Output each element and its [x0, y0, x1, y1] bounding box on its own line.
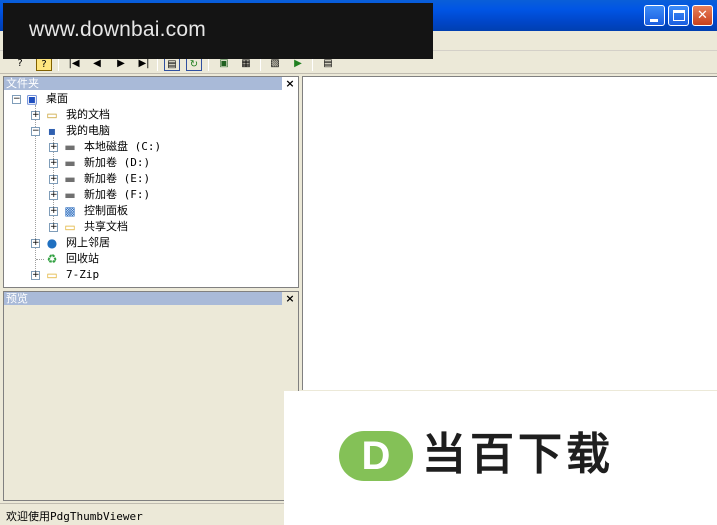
close-icon: ✕ [697, 8, 708, 23]
logo-text: 当百下载 [422, 429, 614, 480]
expand-icon[interactable]: + [49, 175, 58, 184]
preview-pane-header: 预览 [4, 292, 282, 305]
expand-icon[interactable]: + [31, 239, 40, 248]
tree-node-label: 控制面板 [84, 204, 128, 217]
expand-icon[interactable]: + [49, 223, 58, 232]
minimize-button[interactable] [644, 5, 665, 26]
thumbnail-view[interactable] [302, 76, 717, 390]
maximize-icon [673, 10, 685, 21]
maximize-button[interactable] [668, 5, 689, 26]
close-button[interactable]: ✕ [692, 5, 713, 26]
folders-pane-close-button[interactable]: × [284, 77, 296, 90]
documents-folder-icon: ▭ [46, 108, 58, 122]
watermark-banner: www.downbai.com [3, 3, 433, 59]
status-text: 欢迎使用PdgThumbViewer [6, 510, 143, 523]
drive-icon: ▬ [64, 156, 76, 170]
folder-icon: ▭ [46, 268, 58, 282]
drive-icon: ▬ [64, 188, 76, 202]
preview-pane: 预览 × [3, 291, 299, 501]
tree-node-label: 桌面 [46, 92, 68, 105]
status-bar: 欢迎使用PdgThumbViewer [0, 503, 290, 525]
tree-node-drive-e[interactable]: + ▬ 新加卷 (E:) [4, 171, 294, 187]
tree-node-control-panel[interactable]: + ▩ 控制面板 [4, 203, 294, 219]
tree-node-label: 共享文档 [84, 220, 128, 233]
control-panel-icon: ▩ [64, 204, 76, 218]
tree-node-recycle-bin[interactable]: ♻ 回收站 [4, 251, 294, 267]
tree-node-label: 新加卷 (D:) [84, 156, 151, 169]
collapse-icon[interactable]: − [12, 95, 21, 104]
tree-node-label: 新加卷 (E:) [84, 172, 151, 185]
tree-node-drive-d[interactable]: + ▬ 新加卷 (D:) [4, 155, 294, 171]
expand-icon[interactable]: + [49, 191, 58, 200]
expand-icon[interactable]: + [31, 271, 40, 280]
tree-node-label: 我的文档 [66, 108, 110, 121]
collapse-icon[interactable]: − [31, 127, 40, 136]
folders-pane-header: 文件夹 [4, 77, 282, 90]
logo-badge-icon: D [339, 431, 413, 481]
tree-node-label: 我的电脑 [66, 124, 110, 137]
tree-node-label: 新加卷 (F:) [84, 188, 151, 201]
tree-connector [36, 259, 44, 260]
tree-node-network[interactable]: + ● 网上邻居 [4, 235, 294, 251]
tree-node-drive-f[interactable]: + ▬ 新加卷 (F:) [4, 187, 294, 203]
tree-node-label: 本地磁盘 (C:) [84, 140, 162, 153]
network-icon: ● [46, 236, 58, 250]
expand-icon[interactable]: + [49, 143, 58, 152]
watermark-logo: D 当百下载 [284, 391, 717, 525]
tree-node-7zip[interactable]: + ▭ 7-Zip [4, 267, 294, 283]
drive-icon: ▬ [64, 172, 76, 186]
minimize-icon [650, 19, 658, 22]
tree-node-label: 网上邻居 [66, 236, 110, 249]
tree-node-desktop[interactable]: − ▣ 桌面 [4, 91, 294, 107]
tree-node-drive-c[interactable]: + ▬ 本地磁盘 (C:) [4, 139, 294, 155]
tree-node-shared-docs[interactable]: + ▭ 共享文档 [4, 219, 294, 235]
watermark-url: www.downbai.com [29, 18, 206, 41]
tree-node-my-documents[interactable]: + ▭ 我的文档 [4, 107, 294, 123]
recycle-bin-icon: ♻ [46, 252, 58, 266]
logo-letter: D [361, 434, 391, 478]
tree-node-my-computer[interactable]: − ▪ 我的电脑 [4, 123, 294, 139]
folder-icon: ▭ [64, 220, 76, 234]
preview-pane-close-button[interactable]: × [284, 292, 296, 305]
desktop-icon: ▣ [26, 92, 38, 106]
expand-icon[interactable]: + [49, 159, 58, 168]
expand-icon[interactable]: + [49, 207, 58, 216]
tree-node-label: 回收站 [66, 252, 99, 265]
folders-pane: 文件夹 × − ▣ 桌面 + ▭ 我的文档 − ▪ 我的电脑 + ▬ 本地磁盘 … [3, 76, 299, 288]
expand-icon[interactable]: + [31, 111, 40, 120]
drive-icon: ▬ [64, 140, 76, 154]
computer-icon: ▪ [47, 124, 57, 138]
tree-node-label: 7-Zip [66, 268, 100, 281]
